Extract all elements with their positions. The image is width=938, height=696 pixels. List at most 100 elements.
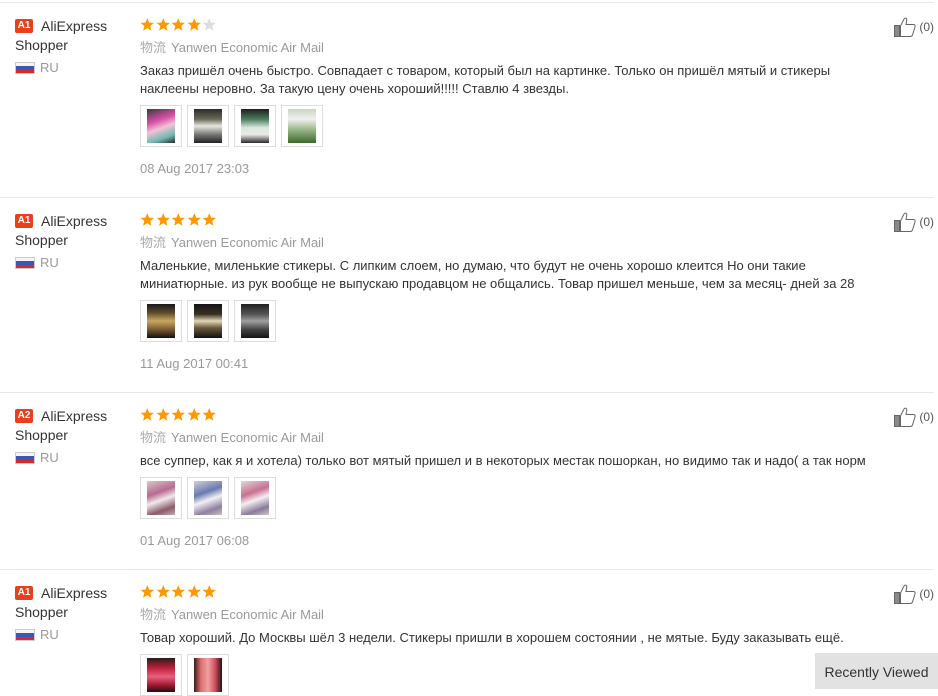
logistics-label: 物流 (140, 235, 167, 250)
star-filled-icon (202, 408, 216, 421)
reviewer-name[interactable]: AliExpress (41, 584, 107, 603)
reviewer-name-line2[interactable]: Shopper (15, 426, 68, 445)
review-date: 11 Aug 2017 00:41 (140, 356, 249, 371)
logistics-label: 物流 (140, 430, 167, 445)
divider (0, 197, 934, 198)
reviewer-name-line2[interactable]: Shopper (15, 231, 68, 250)
divider (0, 2, 934, 3)
star-rating (140, 407, 890, 425)
star-filled-icon (156, 408, 170, 421)
logistics-info: 物流 Yanwen Economic Air Mail (140, 40, 890, 56)
review-photo-thumbnail[interactable] (187, 654, 229, 696)
review-date: 01 Aug 2017 06:08 (140, 533, 250, 548)
country-code: RU (40, 450, 59, 465)
star-filled-icon (140, 408, 154, 421)
reviewer-info: A2 AliExpress Shopper RU (15, 407, 135, 466)
review-text: Товар хороший. До Москвы шёл 3 недели. С… (140, 630, 844, 645)
logistics-method: Yanwen Economic Air Mail (171, 40, 324, 55)
reviewer-name-line2[interactable]: Shopper (15, 36, 68, 55)
review-text: Заказ пришёл очень быстро. Совпадает с т… (140, 63, 831, 96)
logistics-label: 物流 (140, 607, 167, 622)
reviewer-name-line2[interactable]: Shopper (15, 603, 68, 622)
country-code: RU (40, 255, 59, 270)
star-filled-icon (156, 213, 170, 226)
review-photo-thumbnail[interactable] (140, 300, 182, 342)
helpful-count: (0) (919, 215, 934, 229)
star-filled-icon (156, 18, 170, 31)
divider (0, 569, 934, 570)
star-filled-icon (202, 585, 216, 598)
russia-flag-icon (15, 257, 35, 269)
recently-viewed-button[interactable]: Recently Viewed (815, 653, 938, 689)
buyer-level-badge: A1 (15, 19, 33, 33)
logistics-method: Yanwen Economic Air Mail (171, 235, 324, 250)
review-photo-thumbnail[interactable] (140, 477, 182, 519)
star-filled-icon (187, 408, 201, 421)
review-photo-thumbnail[interactable] (187, 105, 229, 147)
star-rating (140, 17, 890, 35)
review-item: A1 AliExpress Shopper RU 物流 Yanwen Econom… (0, 584, 934, 696)
reviewer-info: A1 AliExpress Shopper RU (15, 212, 135, 271)
review-photo-thumbnail[interactable] (281, 105, 323, 147)
star-filled-icon (171, 408, 185, 421)
russia-flag-icon (15, 62, 35, 74)
thumbs-up-icon (894, 17, 917, 37)
logistics-method: Yanwen Economic Air Mail (171, 607, 324, 622)
thumbs-up-icon (894, 584, 917, 604)
star-filled-icon (156, 585, 170, 598)
reviewer-name[interactable]: AliExpress (41, 212, 107, 231)
helpful-count: (0) (919, 20, 934, 34)
review-photo-thumbnail[interactable] (234, 477, 276, 519)
review-photos (140, 477, 890, 519)
logistics-info: 物流 Yanwen Economic Air Mail (140, 607, 890, 623)
star-filled-icon (202, 213, 216, 226)
review-photo-thumbnail[interactable] (187, 477, 229, 519)
star-filled-icon (140, 18, 154, 31)
star-filled-icon (171, 585, 185, 598)
russia-flag-icon (15, 452, 35, 464)
star-rating (140, 212, 890, 230)
helpful-button[interactable]: (0) (894, 17, 934, 37)
review-item: A1 AliExpress Shopper RU 物流 Yanwen Econom… (0, 17, 934, 198)
review-photo-thumbnail[interactable] (234, 105, 276, 147)
country-code: RU (40, 60, 59, 75)
review-item: A1 AliExpress Shopper RU 物流 Yanwen Econom… (0, 212, 934, 393)
reviewer-info: A1 AliExpress Shopper RU (15, 584, 135, 643)
review-photo-thumbnail[interactable] (234, 300, 276, 342)
star-filled-icon (171, 213, 185, 226)
star-filled-icon (140, 585, 154, 598)
star-filled-icon (187, 213, 201, 226)
review-photo-thumbnail[interactable] (187, 300, 229, 342)
review-photo-thumbnail[interactable] (140, 654, 182, 696)
thumbs-up-icon (894, 407, 917, 427)
review-photos (140, 105, 890, 147)
review-item: A2 AliExpress Shopper RU 物流 Yanwen Econom… (0, 407, 934, 570)
logistics-label: 物流 (140, 40, 167, 55)
star-filled-icon (171, 18, 185, 31)
buyer-level-badge: A2 (15, 409, 33, 423)
buyer-level-badge: A1 (15, 214, 33, 228)
helpful-button[interactable]: (0) (894, 584, 934, 604)
review-text: все суппер, как я и хотела) только вот м… (140, 453, 866, 468)
star-empty-icon (202, 18, 216, 31)
logistics-info: 物流 Yanwen Economic Air Mail (140, 430, 890, 446)
divider (0, 392, 934, 393)
logistics-info: 物流 Yanwen Economic Air Mail (140, 235, 890, 251)
helpful-count: (0) (919, 587, 934, 601)
reviewer-info: A1 AliExpress Shopper RU (15, 17, 135, 76)
reviewer-name[interactable]: AliExpress (41, 17, 107, 36)
helpful-count: (0) (919, 410, 934, 424)
country-code: RU (40, 627, 59, 642)
logistics-method: Yanwen Economic Air Mail (171, 430, 324, 445)
helpful-button[interactable]: (0) (894, 407, 934, 427)
review-photo-thumbnail[interactable] (140, 105, 182, 147)
review-photos (140, 300, 890, 342)
star-filled-icon (187, 585, 201, 598)
star-filled-icon (187, 18, 201, 31)
helpful-button[interactable]: (0) (894, 212, 934, 232)
review-photos (140, 654, 890, 696)
star-filled-icon (140, 213, 154, 226)
review-date: 08 Aug 2017 23:03 (140, 161, 250, 176)
reviewer-name[interactable]: AliExpress (41, 407, 107, 426)
thumbs-up-icon (894, 212, 917, 232)
